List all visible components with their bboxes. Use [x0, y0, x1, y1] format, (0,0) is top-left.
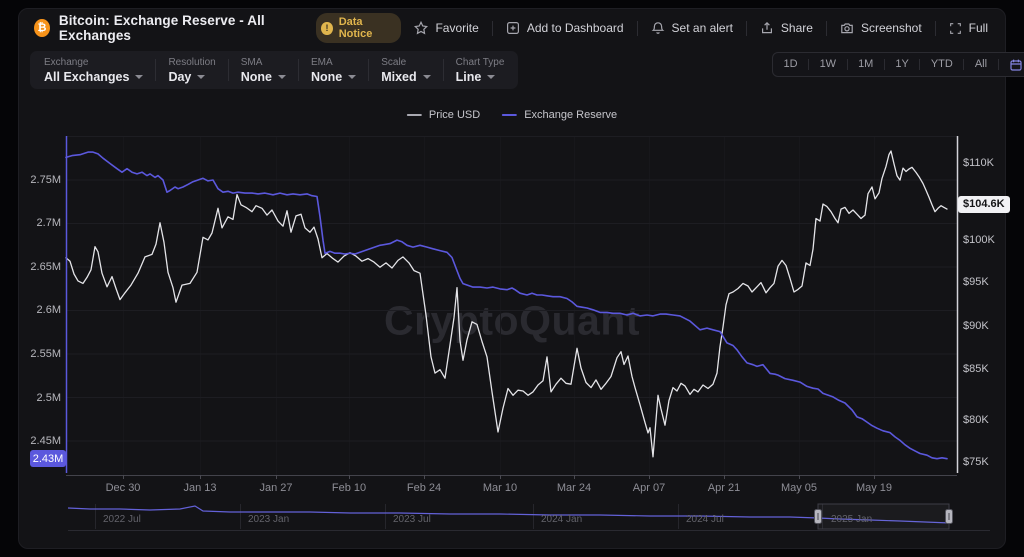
price-current-badge: $104.6K	[958, 196, 1010, 213]
chart-canvas[interactable]	[0, 0, 1024, 557]
x-axis-tick: Mar 24	[557, 482, 591, 494]
y-axis-left-tick: 2.7M	[6, 217, 61, 229]
x-axis-tick: May 05	[781, 482, 817, 494]
y-axis-right-tick: $80K	[963, 414, 989, 426]
navigator-date-label: 2022 Jul	[103, 514, 141, 525]
cryptoquant-chart-page: ₿ Bitcoin: Exchange Reserve - All Exchan…	[0, 0, 1024, 557]
y-axis-right-tick: $95K	[963, 276, 989, 288]
y-axis-left-tick: 2.75M	[6, 174, 61, 186]
navigator-date-label: 2023 Jul	[393, 514, 431, 525]
x-axis-tick: Mar 10	[483, 482, 517, 494]
exchange-reserve-line	[66, 152, 947, 459]
x-axis-tick: Feb 24	[407, 482, 441, 494]
x-axis-tick: Jan 13	[183, 482, 216, 494]
y-axis-right-tick: $110K	[963, 157, 994, 169]
y-axis-right-tick: $90K	[963, 320, 989, 332]
navigator-date-label: 2025 Jan	[831, 514, 872, 525]
x-axis-tick: May 19	[856, 482, 892, 494]
x-axis-tick: Apr 21	[708, 482, 740, 494]
y-axis-right-tick: $75K	[963, 456, 989, 468]
y-axis-left-tick: 2.65M	[6, 261, 61, 273]
y-axis-left-tick: 2.55M	[6, 348, 61, 360]
navigator-date-label: 2024 Jan	[541, 514, 582, 525]
x-axis-tick: Feb 10	[332, 482, 366, 494]
y-axis-left-tick: 2.45M	[6, 435, 61, 447]
price-usd-line	[66, 151, 947, 457]
navigator-date-label: 2023 Jan	[248, 514, 289, 525]
navigator-date-label: 2024 Jul	[686, 514, 724, 525]
reserve-current-badge: 2.43M	[30, 450, 66, 467]
x-axis-tick: Apr 07	[633, 482, 665, 494]
y-axis-right-tick: $100K	[963, 234, 995, 246]
y-axis-left-tick: 2.6M	[6, 304, 61, 316]
y-axis-left-tick: 2.5M	[6, 392, 61, 404]
x-axis-tick: Dec 30	[106, 482, 141, 494]
x-axis-tick: Jan 27	[259, 482, 292, 494]
y-axis-right-tick: $85K	[963, 363, 989, 375]
